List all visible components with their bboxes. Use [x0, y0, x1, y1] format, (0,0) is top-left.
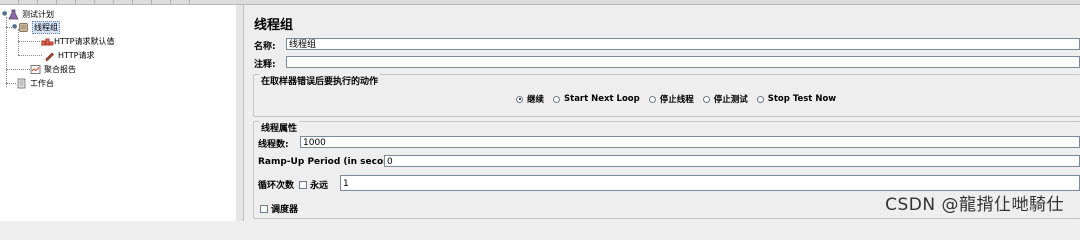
toolbar-button[interactable] [19, 0, 38, 4]
radio-start-next-loop[interactable]: Start Next Loop [553, 94, 640, 104]
toolbar-button[interactable] [38, 0, 57, 4]
tree-label: 聚合报告 [44, 64, 76, 74]
loop-count-field[interactable]: 1 [340, 175, 1080, 191]
name-label: 名称: [254, 42, 276, 52]
threads-row: 线程数: [258, 137, 289, 150]
tree-node-http-request[interactable]: HTTP请求 [44, 49, 94, 61]
comment-field[interactable] [286, 56, 1080, 68]
radio-label: 停止线程 [659, 95, 694, 105]
radio-selected-icon[interactable] [516, 95, 523, 103]
config-element-icon [40, 36, 54, 47]
group-title: 线程属性 [259, 121, 300, 134]
threads-label: 线程数: [258, 140, 289, 150]
workbench-icon [16, 78, 27, 89]
toolbar-button[interactable] [76, 0, 95, 4]
forever-label: 永远 [310, 181, 329, 191]
toolbar-button[interactable] [57, 0, 76, 4]
tree-label: HTTP请求 [58, 50, 95, 60]
tree-node-test-plan[interactable]: ● 测试计划 [2, 8, 54, 20]
thread-group-panel: 线程组 名称: 线程组 注释: 在取样器错误后要执行的动作 继续 Start N… [244, 5, 1080, 221]
scheduler-label: 调度器 [271, 205, 299, 215]
loop-row: 循环次数 永远 [258, 178, 328, 191]
forever-checkbox[interactable] [299, 180, 308, 189]
tree-node-aggregate-report[interactable]: 聚合报告 [30, 63, 76, 75]
radio-label: Stop Test Now [767, 94, 837, 104]
name-field[interactable]: 线程组 [286, 38, 1080, 50]
thread-group-icon [18, 22, 29, 33]
scheduler-checkbox[interactable] [260, 204, 268, 213]
radio-stop-test[interactable]: 停止测试 [702, 93, 748, 105]
comment-label: 注释: [254, 60, 276, 70]
radio-label: 继续 [527, 95, 545, 105]
threads-field[interactable]: 1000 [300, 136, 1080, 148]
toolbar-button[interactable] [133, 0, 152, 4]
tree-label: 测试计划 [22, 9, 54, 19]
radio-stop-thread[interactable]: 停止线程 [648, 93, 694, 105]
tree-node-thread-group[interactable]: ● 线程组 [12, 20, 60, 34]
toolbar-button[interactable] [95, 0, 114, 4]
page-title: 线程组 [254, 18, 294, 33]
radio-icon[interactable] [648, 95, 656, 103]
watermark: CSDN @龍揹仩哋騎仕 [885, 195, 1064, 215]
toolbar-button[interactable] [0, 0, 19, 4]
tree-node-http-defaults[interactable]: HTTP请求默认值 [40, 35, 114, 47]
toolbar-button[interactable] [171, 0, 190, 4]
tree-label: 线程组 [32, 20, 60, 34]
tree-label: 工作台 [30, 78, 54, 88]
rampup-field[interactable]: 0 [384, 155, 1080, 167]
sampler-pen-icon [44, 50, 55, 61]
toolbar-button[interactable] [152, 0, 171, 4]
name-row: 名称: [254, 39, 276, 52]
group-title: 在取样器错误后要执行的动作 [259, 74, 381, 87]
comment-row: 注释: [254, 57, 276, 70]
radio-label: Start Next Loop [564, 94, 640, 104]
radio-icon[interactable] [756, 95, 764, 103]
test-plan-tree: ● 测试计划 ● 线程组 HTTP请求默认值 HTTP请求 聚合报告 工作台 [0, 5, 237, 221]
radio-stop-test-now[interactable]: Stop Test Now [756, 94, 837, 104]
radio-icon[interactable] [553, 95, 561, 103]
radio-continue[interactable]: 继续 [516, 93, 544, 105]
tree-label: HTTP请求默认值 [54, 36, 115, 46]
test-plan-icon [8, 9, 19, 20]
error-action-radio-group: 继续 Start Next Loop 停止线程 停止测试 Stop Test N… [516, 93, 845, 105]
listener-chart-icon [30, 64, 41, 75]
radio-icon[interactable] [702, 95, 710, 103]
radio-label: 停止测试 [713, 95, 748, 105]
loop-label: 循环次数 [258, 181, 295, 191]
toolbar-button[interactable] [114, 0, 133, 4]
tree-node-workbench[interactable]: 工作台 [16, 77, 54, 89]
scheduler-row: 调度器 [260, 202, 298, 215]
panel-splitter[interactable] [236, 5, 244, 221]
